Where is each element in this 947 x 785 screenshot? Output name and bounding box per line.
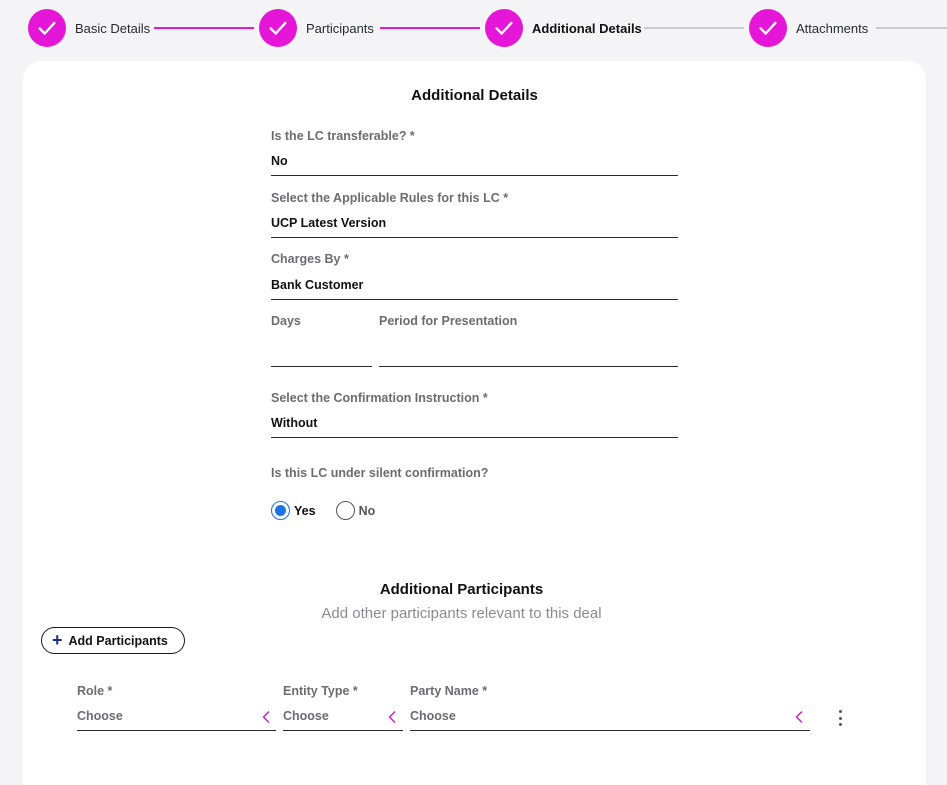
- check-icon: [259, 9, 297, 47]
- check-icon: [749, 9, 787, 47]
- transferable-select[interactable]: No: [271, 154, 288, 168]
- field-underline: [379, 366, 678, 367]
- step-connector: [644, 27, 744, 29]
- days-input[interactable]: [271, 341, 371, 363]
- period-input[interactable]: [379, 341, 677, 363]
- role-label: Role *: [77, 684, 113, 698]
- field-underline: [271, 175, 678, 176]
- field-underline: [283, 730, 403, 731]
- radio-label: Yes: [294, 503, 316, 518]
- applicable-rules-select[interactable]: UCP Latest Version: [271, 216, 386, 230]
- step-connector: [380, 27, 480, 29]
- check-icon: [485, 9, 523, 47]
- confirmation-label: Select the Confirmation Instruction *: [271, 391, 488, 405]
- radio-circle[interactable]: [271, 501, 290, 520]
- step-label: Additional Details: [532, 20, 642, 36]
- radio-circle[interactable]: [335, 501, 355, 520]
- entity-type-select[interactable]: Choose: [283, 709, 329, 723]
- step-connector: [154, 27, 254, 29]
- radio-label: No: [358, 503, 376, 518]
- step-attachments[interactable]: Attachments: [749, 9, 868, 47]
- step-additional-details[interactable]: Additional Details: [485, 9, 642, 47]
- additional-details-title: Additional Details: [411, 87, 538, 104]
- step-label: Participants: [306, 20, 374, 36]
- field-underline: [271, 366, 372, 367]
- additional-participants-title: Additional Participants: [379, 581, 544, 598]
- radio-no[interactable]: No: [335, 501, 376, 520]
- chevron-left-icon[interactable]: [387, 710, 397, 724]
- field-underline: [271, 237, 678, 238]
- field-underline: [271, 437, 678, 438]
- role-select[interactable]: Choose: [77, 709, 123, 723]
- period-label: Period for Presentation: [379, 314, 518, 328]
- silent-confirmation-radio-group: Yes No: [271, 501, 395, 520]
- step-participants[interactable]: Participants: [259, 9, 374, 47]
- party-name-label: Party Name *: [410, 684, 488, 698]
- transferable-label: Is the LC transferable? *: [271, 129, 415, 143]
- add-participants-button[interactable]: + Add Participants: [41, 627, 185, 654]
- form-card: Additional Details Is the LC transferabl…: [23, 61, 926, 785]
- party-name-select[interactable]: Choose: [410, 709, 456, 723]
- silent-confirmation-label: Is this LC under silent confirmation?: [271, 466, 489, 480]
- plus-icon: +: [52, 629, 63, 650]
- days-label: Days: [271, 314, 301, 328]
- applicable-rules-label: Select the Applicable Rules for this LC …: [271, 191, 509, 205]
- chevron-left-icon[interactable]: [261, 710, 271, 724]
- chevron-left-icon[interactable]: [794, 710, 804, 724]
- check-icon: [28, 9, 66, 47]
- entity-type-label: Entity Type *: [283, 684, 358, 698]
- additional-participants-subtitle: Add other participants relevant to this …: [321, 605, 602, 622]
- charges-by-label: Charges By *: [271, 252, 349, 266]
- charges-by-select[interactable]: Bank Customer: [271, 278, 363, 292]
- step-label: Attachments: [796, 20, 869, 36]
- radio-yes[interactable]: Yes: [271, 501, 316, 520]
- step-connector: [876, 27, 947, 29]
- field-underline: [271, 299, 678, 300]
- confirmation-select[interactable]: Without: [271, 416, 317, 430]
- step-label: Basic Details: [75, 20, 151, 36]
- kebab-menu-icon[interactable]: [835, 710, 845, 726]
- field-underline: [77, 730, 276, 731]
- field-underline: [410, 730, 810, 731]
- step-basic-details[interactable]: Basic Details: [28, 9, 150, 47]
- add-participants-label: Add Participants: [68, 633, 168, 648]
- progress-stepper: Basic Details Participants Additional De…: [0, 0, 947, 58]
